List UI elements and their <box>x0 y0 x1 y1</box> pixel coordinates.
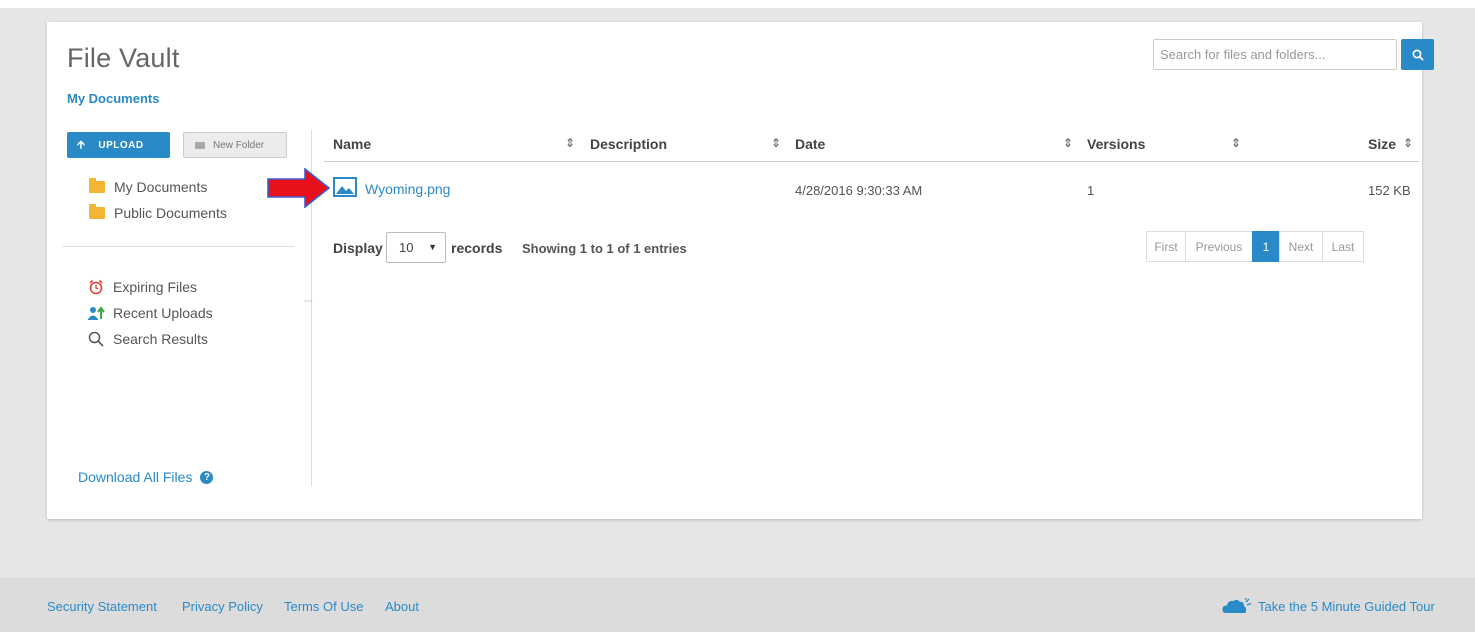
search-icon <box>87 330 105 348</box>
file-versions: 1 <box>1087 183 1095 198</box>
tree-item-label: My Documents <box>114 179 208 195</box>
page-size-select[interactable]: 10 ▼ <box>386 232 446 263</box>
records-label: records <box>451 240 503 256</box>
footer: Security Statement Privacy Policy Terms … <box>0 578 1475 632</box>
file-name-link[interactable]: Wyoming.png <box>365 181 450 197</box>
image-file-icon <box>333 177 357 197</box>
sort-icon[interactable]: ⇕ <box>771 136 781 150</box>
quick-link-label: Search Results <box>113 331 208 347</box>
search-icon <box>1412 49 1424 61</box>
resize-handle-icon[interactable]: ⇔ <box>302 292 315 307</box>
quick-link-expiring-files[interactable]: Expiring Files <box>87 278 197 296</box>
pager-page-1-button[interactable]: 1 <box>1252 231 1280 262</box>
entries-summary: Showing 1 to 1 of 1 entries <box>522 241 687 256</box>
tree-item-label: Public Documents <box>114 205 227 221</box>
sort-icon[interactable]: ⇕ <box>1231 136 1241 150</box>
quick-link-recent-uploads[interactable]: Recent Uploads <box>87 304 213 322</box>
breadcrumb[interactable]: My Documents <box>67 91 159 106</box>
column-header-description[interactable]: Description <box>590 136 667 152</box>
sort-icon[interactable]: ⇕ <box>1063 136 1073 150</box>
guided-tour-link[interactable]: Take the 5 Minute Guided Tour <box>1222 598 1435 614</box>
tree-item-public-documents[interactable]: Public Documents <box>89 204 227 221</box>
sort-icon[interactable]: ⇕ <box>1403 136 1413 150</box>
pager-next-button[interactable]: Next <box>1279 231 1323 262</box>
pager-first-button[interactable]: First <box>1146 231 1186 262</box>
chevron-down-icon: ▼ <box>428 242 437 252</box>
footer-link-terms-of-use[interactable]: Terms Of Use <box>284 599 363 614</box>
search-input[interactable] <box>1153 39 1397 70</box>
guided-tour-label: Take the 5 Minute Guided Tour <box>1258 598 1435 614</box>
footer-link-about[interactable]: About <box>385 599 419 614</box>
sidebar-divider <box>62 246 294 247</box>
tree-item-my-documents[interactable]: My Documents <box>89 178 208 195</box>
pagination: First Previous 1 Next Last <box>1146 231 1364 262</box>
column-header-size[interactable]: Size <box>1368 136 1396 152</box>
recent-uploads-icon <box>87 304 105 322</box>
new-folder-button[interactable]: New Folder <box>183 132 287 158</box>
pager-last-button[interactable]: Last <box>1322 231 1364 262</box>
help-icon[interactable]: ? <box>200 470 214 484</box>
quick-link-label: Expiring Files <box>113 279 198 295</box>
column-header-versions[interactable]: Versions <box>1087 136 1145 152</box>
column-header-date[interactable]: Date <box>795 136 825 152</box>
cloud-icon <box>1222 598 1252 613</box>
upload-button[interactable]: 🡩 UPLOAD <box>67 132 170 158</box>
top-strip <box>0 0 1475 8</box>
file-size: 152 KB <box>1368 183 1411 198</box>
column-header-name[interactable]: Name <box>333 136 371 152</box>
page-title: File Vault <box>67 43 180 73</box>
page-size-value: 10 <box>399 240 414 255</box>
display-label: Display <box>333 240 383 256</box>
quick-link-label: Recent Uploads <box>113 305 213 321</box>
folder-icon <box>195 141 205 149</box>
search-button[interactable] <box>1401 39 1434 70</box>
table-header-rule <box>324 161 1419 162</box>
quick-link-search-results[interactable]: Search Results <box>87 330 208 348</box>
folder-icon <box>89 178 105 193</box>
upload-arrow-icon: 🡩 <box>77 138 86 151</box>
annotation-arrow-icon <box>267 168 331 208</box>
folder-icon <box>89 204 105 219</box>
download-all-label: Download All Files <box>78 469 193 485</box>
new-folder-label: New Folder <box>213 139 265 151</box>
file-date: 4/28/2016 9:30:33 AM <box>795 183 923 198</box>
sort-icon[interactable]: ⇕ <box>565 136 575 150</box>
upload-label: UPLOAD <box>98 139 144 151</box>
alarm-clock-icon <box>87 278 105 296</box>
download-all-link[interactable]: Download All Files ? <box>78 469 214 485</box>
file-vault-panel: File Vault My Documents 🡩 UPLOAD New Fol… <box>47 22 1434 519</box>
pager-previous-button[interactable]: Previous <box>1185 231 1253 262</box>
footer-link-privacy-policy[interactable]: Privacy Policy <box>182 599 263 614</box>
footer-link-security-statement[interactable]: Security Statement <box>47 599 157 614</box>
